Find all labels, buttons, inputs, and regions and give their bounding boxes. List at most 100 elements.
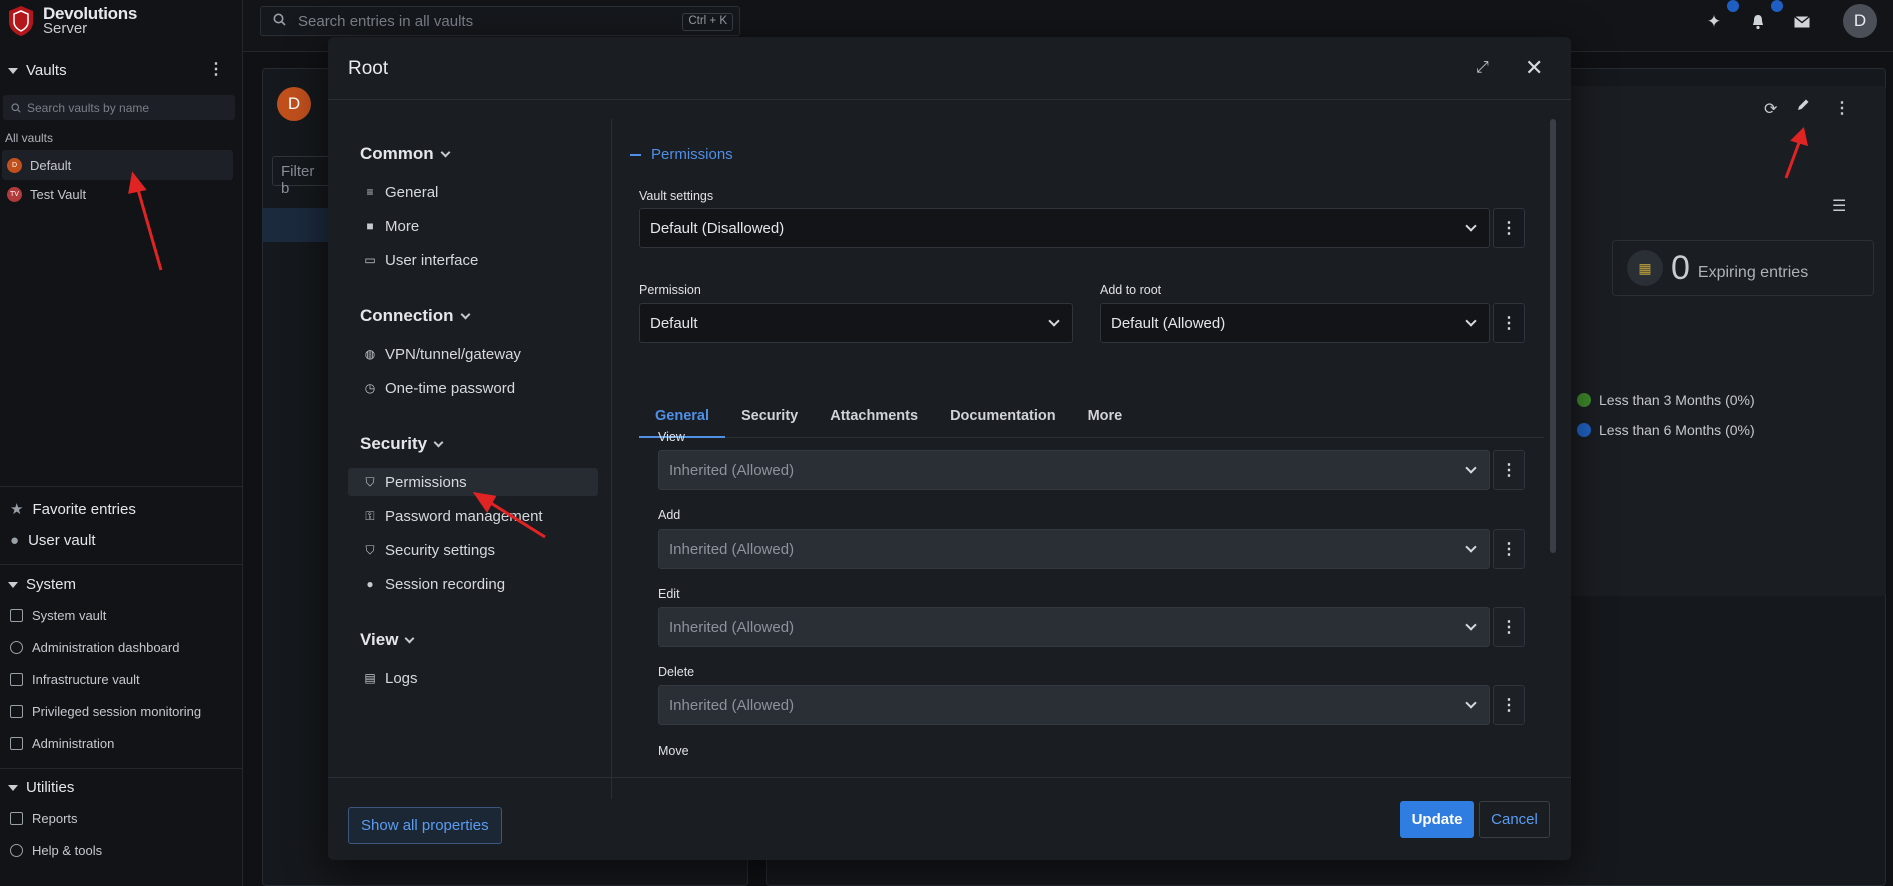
search-icon	[11, 102, 21, 113]
permissions-section-toggle[interactable]: Permissions	[630, 146, 733, 163]
permission-select[interactable]: Default	[639, 303, 1073, 343]
cancel-button[interactable]: Cancel	[1479, 801, 1550, 838]
expand-icon[interactable]: ⤢	[1476, 59, 1489, 77]
nav-section-connection[interactable]: Connection	[360, 306, 470, 326]
sidebar-item-label: Administration dashboard	[32, 640, 180, 655]
global-search-placeholder: Search entries in all vaults	[298, 12, 474, 30]
utilities-section-header[interactable]: Utilities	[8, 779, 74, 796]
nav-section-view[interactable]: View	[360, 630, 415, 650]
view-right-select[interactable]: Inherited (Allowed)	[658, 450, 1490, 490]
nav-item-vpn-tunnel-gateway[interactable]: ◍ VPN/tunnel/gateway	[348, 340, 598, 368]
sidebar-item-administration-dashboard[interactable]: Administration dashboard	[10, 640, 179, 655]
permission-label: Permission	[639, 283, 701, 297]
add-right-select[interactable]: Inherited (Allowed)	[658, 529, 1490, 569]
nav-item-permissions[interactable]: ⛉ Permissions	[348, 468, 598, 496]
tab-documentation[interactable]: Documentation	[934, 392, 1072, 438]
user-vault-link[interactable]: ● User vault	[10, 532, 96, 549]
tree-filter-input[interactable]: Filter b	[272, 156, 332, 197]
vault-settings-select[interactable]: Default (Disallowed)	[639, 208, 1490, 248]
sidebar-item-help-tools[interactable]: Help & tools	[10, 843, 102, 858]
more-options-icon[interactable]: ⋮	[1834, 98, 1850, 118]
nav-item-one-time-password[interactable]: ◷ One-time password	[348, 374, 598, 402]
add-to-root-select[interactable]: Default (Allowed)	[1100, 303, 1490, 343]
tab-security[interactable]: Security	[725, 392, 814, 438]
collapse-icon	[8, 67, 18, 74]
vault-settings-menu-button[interactable]: ⋮	[1493, 208, 1525, 248]
close-icon[interactable]: ✕	[1525, 55, 1543, 81]
search-icon	[273, 13, 286, 30]
vaults-section-header[interactable]: Vaults	[8, 62, 67, 79]
system-section-header[interactable]: System	[8, 576, 76, 593]
nav-section-security[interactable]: Security	[360, 434, 444, 454]
admin-icon	[10, 737, 23, 750]
expiring-count: 0	[1671, 248, 1690, 287]
sidebar-item-privileged-session-monitoring[interactable]: Privileged session monitoring	[10, 704, 201, 719]
chevron-down-icon	[1465, 462, 1477, 474]
user-icon: ●	[10, 532, 20, 549]
refresh-icon[interactable]: ⟳	[1764, 99, 1777, 119]
all-vaults-label[interactable]: All vaults	[5, 131, 53, 145]
vault-search-placeholder: Search vaults by name	[27, 100, 150, 115]
chevron-down-icon	[404, 633, 415, 643]
sidebar-item-reports[interactable]: Reports	[10, 811, 78, 826]
logs-icon: ▤	[364, 671, 376, 685]
dialog-header	[328, 37, 1571, 100]
sidebar-item-system-vault[interactable]: System vault	[10, 608, 106, 623]
user-avatar[interactable]: D	[1843, 4, 1877, 38]
sidebar-item-infrastructure-vault[interactable]: Infrastructure vault	[10, 672, 140, 687]
vault-search-input[interactable]: Search vaults by name	[3, 95, 235, 120]
view-right-menu-button[interactable]: ⋮	[1493, 450, 1525, 490]
clock-icon: ◷	[364, 381, 376, 395]
add-right-menu-button[interactable]: ⋮	[1493, 529, 1525, 569]
vaults-menu-icon[interactable]: ⋮	[208, 62, 224, 78]
edit-icon[interactable]	[1796, 98, 1810, 117]
delete-right-select[interactable]: Inherited (Allowed)	[658, 685, 1490, 725]
update-button[interactable]: Update	[1400, 801, 1474, 838]
legend-item: Less than 3 Months (0%)	[1577, 392, 1755, 408]
sidebar: Devolutions Server Vaults ⋮ Search vault…	[0, 0, 243, 886]
global-search-input[interactable]: Search entries in all vaults Ctrl + K	[260, 6, 740, 36]
hub-icon[interactable]: ✦	[1703, 11, 1725, 33]
show-all-properties-button[interactable]: Show all properties	[348, 807, 502, 844]
nav-item-general[interactable]: ≡ General	[348, 178, 598, 206]
nav-item-label: VPN/tunnel/gateway	[385, 345, 521, 363]
add-to-root-menu-button[interactable]: ⋮	[1493, 303, 1525, 343]
monitor-icon	[10, 705, 23, 718]
tune-icon[interactable]: ☰	[1832, 196, 1846, 216]
expiring-entries-card[interactable]: ▦ 0 Expiring entries	[1612, 240, 1874, 296]
tab-attachments[interactable]: Attachments	[814, 392, 934, 438]
delete-right-menu-button[interactable]: ⋮	[1493, 685, 1525, 725]
nav-item-label: Permissions	[385, 473, 467, 491]
nav-section-common[interactable]: Common	[360, 144, 451, 164]
favorite-entries-link[interactable]: ★ Favorite entries	[10, 500, 136, 519]
nav-item-logs[interactable]: ▤ Logs	[348, 664, 598, 692]
divider	[0, 768, 243, 769]
nav-item-security-settings[interactable]: ⛉ Security settings	[348, 536, 598, 564]
edit-right-select[interactable]: Inherited (Allowed)	[658, 607, 1490, 647]
sidebar-item-label: Administration	[32, 736, 115, 751]
move-right-label: Move	[658, 744, 689, 758]
mail-icon[interactable]	[1791, 11, 1813, 33]
chevron-down-icon	[1465, 619, 1477, 631]
favorite-entries-label: Favorite entries	[32, 500, 136, 518]
nav-item-session-recording[interactable]: ● Session recording	[348, 570, 598, 598]
nav-item-more[interactable]: ■ More	[348, 212, 598, 240]
shield-icon	[10, 673, 23, 686]
collapse-icon	[8, 581, 18, 588]
bell-icon[interactable]	[1747, 11, 1769, 33]
content-scrollbar[interactable]	[1550, 119, 1556, 553]
search-shortcut-badge: Ctrl + K	[682, 13, 733, 31]
vault-item-default[interactable]: D Default	[2, 150, 233, 180]
chevron-down-icon	[1048, 315, 1060, 327]
nav-item-password-management[interactable]: ⚿ Password management	[348, 502, 598, 530]
sidebar-item-label: System vault	[32, 608, 107, 623]
sidebar-item-administration[interactable]: Administration	[10, 736, 114, 751]
vault-item-test-vault[interactable]: TV Test Vault	[2, 179, 233, 209]
nav-item-label: Password management	[385, 507, 543, 525]
edit-right-menu-button[interactable]: ⋮	[1493, 607, 1525, 647]
shield-check-icon: ⛉	[365, 543, 375, 557]
nav-item-user-interface[interactable]: ▭ User interface	[348, 246, 598, 274]
chevron-down-icon	[440, 147, 451, 157]
tab-more[interactable]: More	[1072, 392, 1139, 438]
nav-section-title: Connection	[360, 306, 454, 325]
